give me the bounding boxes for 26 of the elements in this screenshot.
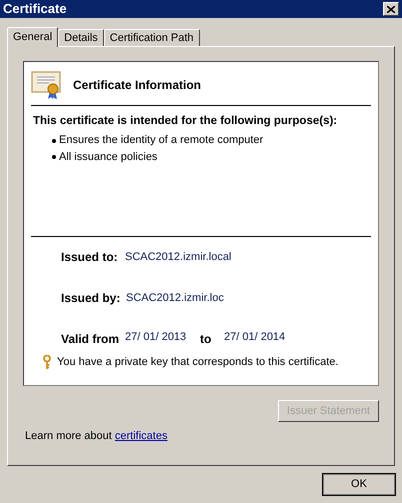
field-label: Valid from (61, 331, 120, 348)
key-note: You have a private key that corresponds to this certificate. (57, 355, 338, 370)
tab[interactable]: Details (58, 29, 104, 46)
close-icon (387, 6, 395, 12)
purpose-item: Ensures the identity of a remote computer (59, 133, 264, 148)
tab[interactable]: Certification Path (104, 29, 200, 46)
bullet-icon (52, 155, 56, 159)
bullet-icon (52, 138, 56, 142)
close-button[interactable] (383, 2, 399, 16)
purpose-heading: This certificate is intended for the following purpose(s): (33, 114, 338, 129)
ok-button[interactable]: OK (322, 473, 396, 496)
field-value: 27/ 01/ 2013 (125, 330, 188, 345)
field-value: 27/ 01/ 2014 (224, 330, 286, 345)
learn-more-text: Learn more about (25, 430, 112, 442)
purpose-item: All issuance policies (59, 150, 158, 165)
key-icon (43, 354, 51, 370)
window-title: Certificate (3, 0, 67, 18)
field-label: Issued to: (61, 249, 119, 266)
certificate-icon (31, 70, 63, 100)
certificates-link[interactable]: certificates (114, 430, 168, 442)
field-label: to (200, 331, 212, 348)
tab[interactable]: General (7, 27, 58, 47)
field-label: Issued by: (61, 290, 122, 307)
field-value: SCAC2012.izmir.loc (126, 290, 224, 306)
field-value: SCAC2012.izmir.local (125, 250, 232, 265)
section-heading: Certificate Information (73, 77, 202, 94)
